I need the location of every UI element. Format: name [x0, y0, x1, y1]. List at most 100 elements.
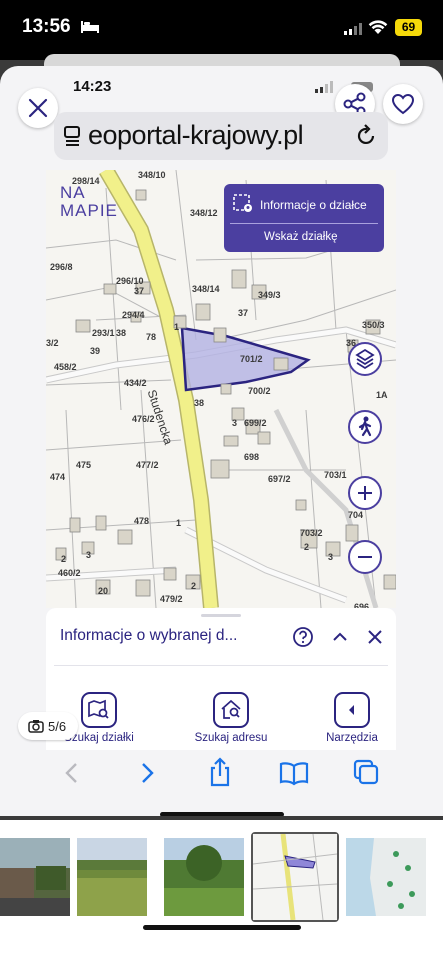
- thumbnail-5[interactable]: [346, 838, 426, 916]
- address-bar[interactable]: eoportal-krajowy.pl: [54, 112, 388, 160]
- zoom-in-button[interactable]: [348, 476, 382, 510]
- photo-counter-badge: 5/6: [18, 712, 78, 740]
- parcel-number-label: 293/1: [92, 328, 115, 338]
- parcel-info-box[interactable]: Informacje o działce Wskaż działkę: [224, 184, 384, 252]
- parcel-number-label: 2: [304, 542, 310, 552]
- parcel-number-label: 3: [86, 550, 92, 560]
- parcel-number-label: 3: [232, 418, 238, 428]
- inner-status-time: 14:23: [73, 78, 112, 95]
- parcel-info-title: Informacje o działce: [260, 198, 367, 212]
- panel-close-icon[interactable]: [365, 627, 385, 647]
- tools-menu[interactable]: Narzędzia: [302, 692, 402, 744]
- home-search-icon: [221, 699, 241, 719]
- tools-button[interactable]: [334, 692, 370, 728]
- search-address-tool[interactable]: Szukaj adresu: [178, 692, 284, 744]
- thumbnail-3[interactable]: [164, 838, 244, 916]
- bookmarks-icon[interactable]: [278, 760, 310, 786]
- parcel-number-label: 698: [244, 452, 260, 462]
- parcel-number-label: 20: [98, 586, 109, 596]
- battery-indicator: 69: [395, 19, 422, 36]
- drag-handle[interactable]: [201, 614, 241, 617]
- parcel-number-label: 458/2: [54, 362, 77, 372]
- parcel-number-label: 350/3: [362, 320, 385, 330]
- divider: [54, 665, 388, 666]
- home-indicator: [160, 812, 284, 816]
- parcel-number-label: 699/2: [244, 418, 267, 428]
- thumbnail-strip[interactable]: [0, 820, 443, 960]
- page-menu-icon[interactable]: [64, 126, 82, 146]
- parcel-number-label: 434/2: [124, 378, 147, 388]
- chevron-up-icon[interactable]: [330, 627, 350, 647]
- parcel-number-label: 348/10: [138, 170, 166, 180]
- layers-icon: [355, 348, 375, 370]
- parcel-number-label: 38: [116, 328, 127, 338]
- parcel-number-label: 296/10: [116, 276, 144, 286]
- camera-icon: [28, 720, 44, 733]
- tool-label: Narzędzia: [326, 732, 378, 744]
- map-search-icon: [88, 699, 109, 719]
- parcel-number-label: 1A: [376, 390, 388, 400]
- parcel-number-label: 2: [61, 554, 67, 564]
- close-button[interactable]: [18, 88, 58, 128]
- help-icon[interactable]: [292, 626, 314, 648]
- map-view[interactable]: 298/14 348/10 348/12 296/8 296/10 37 348/14 349…: [46, 170, 396, 608]
- sleep-focus-icon: [80, 20, 100, 39]
- parcel-number-label: 460/2: [58, 568, 81, 578]
- parcel-number-label: 1: [174, 322, 180, 332]
- minus-icon: [358, 556, 372, 558]
- url-text: eoportal-krajowy.pl: [88, 120, 304, 150]
- logo-line-1: NA: [60, 183, 86, 202]
- close-icon: [28, 98, 48, 118]
- layers-button[interactable]: [348, 342, 382, 376]
- parcel-number-label: 294/4: [122, 310, 145, 320]
- search-address-button[interactable]: [213, 692, 249, 728]
- status-bar: 13:56 69: [0, 0, 443, 60]
- parcel-number-label: 701/2: [240, 354, 263, 364]
- parcel-number-label: 703/2: [300, 528, 323, 538]
- tabs-icon[interactable]: [352, 758, 380, 786]
- home-indicator-outer: [143, 925, 301, 930]
- parcel-number-label: 704: [348, 510, 364, 520]
- info-panel-title: Informacje o wybranej d...: [60, 627, 238, 644]
- cellular-signal-icon: [344, 22, 364, 40]
- info-panel: Informacje o wybranej d...: [46, 608, 396, 686]
- search-parcel-button[interactable]: [81, 692, 117, 728]
- parcel-number-label: 3/2: [46, 338, 59, 348]
- plus-icon: [358, 486, 372, 500]
- na-mapie-logo: NA MAPIE: [60, 183, 118, 220]
- street-view-button[interactable]: [348, 410, 382, 444]
- thumbnail-1[interactable]: [0, 838, 70, 916]
- parcel-number-label: 477/2: [136, 460, 159, 470]
- forward-icon[interactable]: [135, 760, 159, 786]
- logo-line-2: MAPIE: [60, 201, 118, 220]
- parcel-number-label: 479/2: [160, 594, 183, 604]
- thumbnail-4-selected[interactable]: [251, 832, 339, 922]
- share-icon[interactable]: [206, 756, 234, 788]
- parcel-number-label: 476/2: [132, 414, 155, 424]
- back-icon[interactable]: [60, 760, 84, 786]
- status-time: 13:56: [22, 16, 71, 37]
- tools-bar: Szukaj działki Szukaj adresu Narzędzia: [46, 686, 396, 750]
- thumbnail-2[interactable]: [77, 838, 147, 916]
- zoom-out-button[interactable]: [348, 540, 382, 574]
- parcel-number-label: 348/14: [192, 284, 220, 294]
- caret-left-icon: [349, 705, 354, 715]
- parcel-number-label: 703/1: [324, 470, 347, 480]
- parcel-number-label: 37: [238, 308, 249, 318]
- parcel-number-label: 474: [50, 472, 66, 482]
- photo-counter-text: 5/6: [48, 719, 67, 734]
- reload-icon[interactable]: [356, 124, 378, 148]
- favorite-button[interactable]: [383, 84, 423, 124]
- parcel-number-label: 349/3: [258, 290, 281, 300]
- parcel-number-label: 700/2: [248, 386, 271, 396]
- select-parcel-link[interactable]: Wskaż działkę: [264, 231, 338, 243]
- browser-toolbar: [0, 750, 443, 816]
- heart-icon: [391, 93, 415, 115]
- parcel-number-label: 348/12: [190, 208, 218, 218]
- parcel-number-label: 478: [134, 516, 150, 526]
- parcel-number-label: 697/2: [268, 474, 291, 484]
- parcel-number-label: 2: [191, 581, 197, 591]
- parcel-select-icon: [233, 194, 252, 212]
- parcel-number-label: 78: [146, 332, 157, 342]
- pedestrian-icon: [358, 416, 372, 437]
